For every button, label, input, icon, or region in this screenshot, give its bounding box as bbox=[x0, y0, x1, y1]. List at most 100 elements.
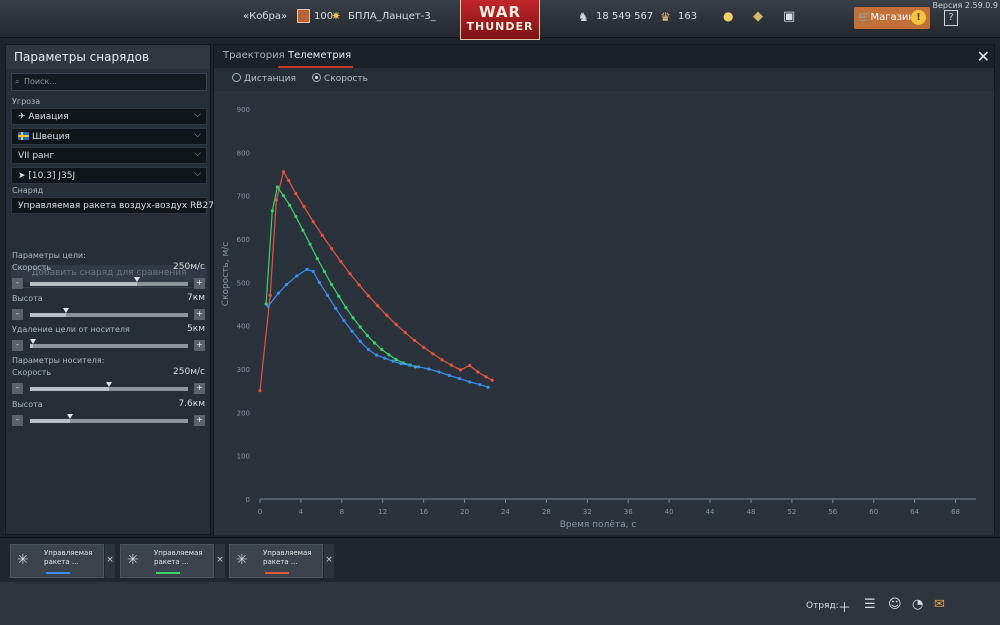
target-speed-minus-button[interactable]: - bbox=[12, 278, 23, 289]
country-select[interactable]: Швеция ⌵ bbox=[11, 128, 207, 145]
target-altitude-label: Высота bbox=[12, 294, 43, 303]
data-point bbox=[258, 389, 262, 393]
data-point bbox=[478, 383, 482, 387]
y-axis-label: Скорость, м/с bbox=[221, 242, 231, 306]
compare-card-1[interactable]: ✳ Управляемая ракета ... bbox=[10, 544, 104, 578]
x-tick-label: 44 bbox=[706, 508, 715, 516]
radio-speed[interactable]: Скорость bbox=[312, 73, 368, 84]
carrier-speed-label: Скорость bbox=[12, 368, 52, 377]
series-color-line bbox=[156, 572, 180, 574]
tab-telemetry[interactable]: Телеметрия bbox=[288, 50, 351, 61]
close-icon[interactable]: ✕ bbox=[977, 47, 990, 66]
vehicle-select[interactable]: ➤ [10.3] J35J ⌵ bbox=[11, 167, 207, 184]
card-title: Управляемая ракета ... bbox=[154, 549, 203, 566]
carrier-altitude-minus-button[interactable]: - bbox=[12, 415, 23, 426]
series-color-line bbox=[46, 572, 70, 574]
divider bbox=[11, 287, 207, 288]
warning-icon: ! bbox=[911, 10, 926, 25]
chat-icon[interactable]: ◔ bbox=[912, 597, 923, 612]
list-icon[interactable]: ☰ bbox=[864, 597, 876, 612]
target-speed-slider[interactable] bbox=[30, 277, 188, 286]
logo-line1: WAR bbox=[478, 3, 522, 21]
war-thunder-logo[interactable]: WAR THUNDER bbox=[460, 0, 540, 40]
mail-icon[interactable]: ✉ bbox=[934, 597, 945, 612]
target-distance-minus-button[interactable]: - bbox=[12, 340, 23, 351]
tab-trajectory[interactable]: Траектория bbox=[223, 50, 285, 61]
data-point bbox=[375, 353, 379, 357]
card-title: Управляемая ракета ... bbox=[263, 549, 312, 566]
avatar[interactable] bbox=[297, 9, 310, 23]
carrier-speed-minus-button[interactable]: - bbox=[12, 383, 23, 394]
target-altitude-plus-button[interactable]: + bbox=[194, 309, 205, 320]
data-point bbox=[302, 204, 306, 209]
logo-line2: THUNDER bbox=[466, 20, 534, 33]
data-point bbox=[385, 313, 389, 317]
data-point bbox=[266, 304, 270, 308]
threat-label: Угроза bbox=[12, 97, 41, 106]
aircraft-icon: ✈ bbox=[18, 112, 26, 122]
remove-card-button[interactable]: × bbox=[105, 544, 115, 578]
data-point bbox=[422, 345, 426, 349]
coupon-icon[interactable]: ▣ bbox=[783, 9, 795, 24]
data-point bbox=[403, 331, 407, 335]
target-altitude-slider[interactable] bbox=[30, 308, 188, 317]
help-button[interactable]: ? bbox=[944, 10, 958, 26]
data-point bbox=[490, 378, 494, 382]
data-point bbox=[366, 294, 371, 298]
y-tick-label: 600 bbox=[237, 236, 250, 244]
x-tick-label: 20 bbox=[460, 508, 469, 516]
compare-card-3[interactable]: ✳ Управляемая ракета ... bbox=[229, 544, 323, 578]
series-line-1 bbox=[259, 170, 493, 391]
player-nickname[interactable]: «Кобра» bbox=[243, 11, 287, 22]
carrier-speed-plus-button[interactable]: + bbox=[194, 383, 205, 394]
data-point bbox=[383, 356, 387, 360]
remove-card-button[interactable]: × bbox=[324, 544, 334, 578]
target-speed-plus-button[interactable]: + bbox=[194, 278, 205, 289]
data-point bbox=[305, 267, 309, 271]
y-tick-label: 300 bbox=[237, 366, 250, 374]
data-point bbox=[315, 256, 319, 261]
remove-card-button[interactable]: × bbox=[215, 544, 225, 578]
data-point bbox=[281, 194, 286, 198]
radio-circle-icon bbox=[232, 73, 241, 82]
x-tick-label: 36 bbox=[624, 508, 633, 516]
data-point bbox=[387, 353, 391, 357]
data-point bbox=[358, 339, 362, 343]
target-distance-slider[interactable] bbox=[30, 339, 188, 348]
threat-type-value: Авиация bbox=[28, 112, 69, 122]
add-squad-icon[interactable]: ＋ bbox=[838, 597, 851, 616]
shell-select[interactable]: Управляемая ракета воздух-воздух RB27 ⌵ bbox=[11, 197, 214, 214]
shop-button[interactable]: 🛒Магазин ! bbox=[854, 7, 930, 29]
mode-radio-group: Дистанция Скорость bbox=[214, 68, 994, 90]
data-point bbox=[275, 185, 279, 189]
carrier-altitude-plus-button[interactable]: + bbox=[194, 415, 205, 426]
cart-icon: 🛒 bbox=[858, 12, 871, 23]
radio-distance[interactable]: Дистанция bbox=[232, 73, 296, 84]
golden-eagles-balance[interactable]: 163 bbox=[678, 11, 697, 22]
golden-eagles-icon: ♛ bbox=[660, 10, 671, 24]
data-point bbox=[357, 283, 361, 287]
current-vehicle[interactable]: БПЛА_Ланцет-3_ bbox=[348, 11, 436, 22]
rank-select[interactable]: VII ранг ⌵ bbox=[11, 147, 207, 164]
compare-card-2[interactable]: ✳ Управляемая ракета ... bbox=[120, 544, 214, 578]
carrier-speed-slider[interactable] bbox=[30, 382, 188, 391]
target-distance-plus-button[interactable]: + bbox=[194, 340, 205, 351]
friends-icon[interactable]: ☺ bbox=[888, 597, 902, 612]
search-input[interactable]: ⌕ Поиск... bbox=[11, 73, 207, 91]
data-point bbox=[344, 305, 348, 310]
data-point bbox=[447, 373, 451, 378]
data-point bbox=[365, 334, 369, 338]
target-altitude-minus-button[interactable]: - bbox=[12, 309, 23, 320]
battle-pass-icon[interactable]: ◆ bbox=[753, 9, 763, 24]
country-value: Швеция bbox=[32, 132, 70, 142]
lightbulb-icon[interactable]: ● bbox=[723, 9, 733, 23]
threat-type-select[interactable]: ✈ Авиация ⌵ bbox=[11, 108, 207, 125]
carrier-altitude-label: Высота bbox=[12, 400, 43, 409]
squad-label: Отряд: bbox=[806, 601, 839, 611]
silver-lions-balance[interactable]: 18 549 567 bbox=[596, 11, 653, 22]
data-point bbox=[311, 269, 315, 274]
x-tick-label: 40 bbox=[665, 508, 674, 516]
carrier-altitude-slider[interactable] bbox=[30, 414, 188, 423]
data-point bbox=[399, 362, 403, 366]
x-tick-label: 52 bbox=[787, 508, 796, 516]
